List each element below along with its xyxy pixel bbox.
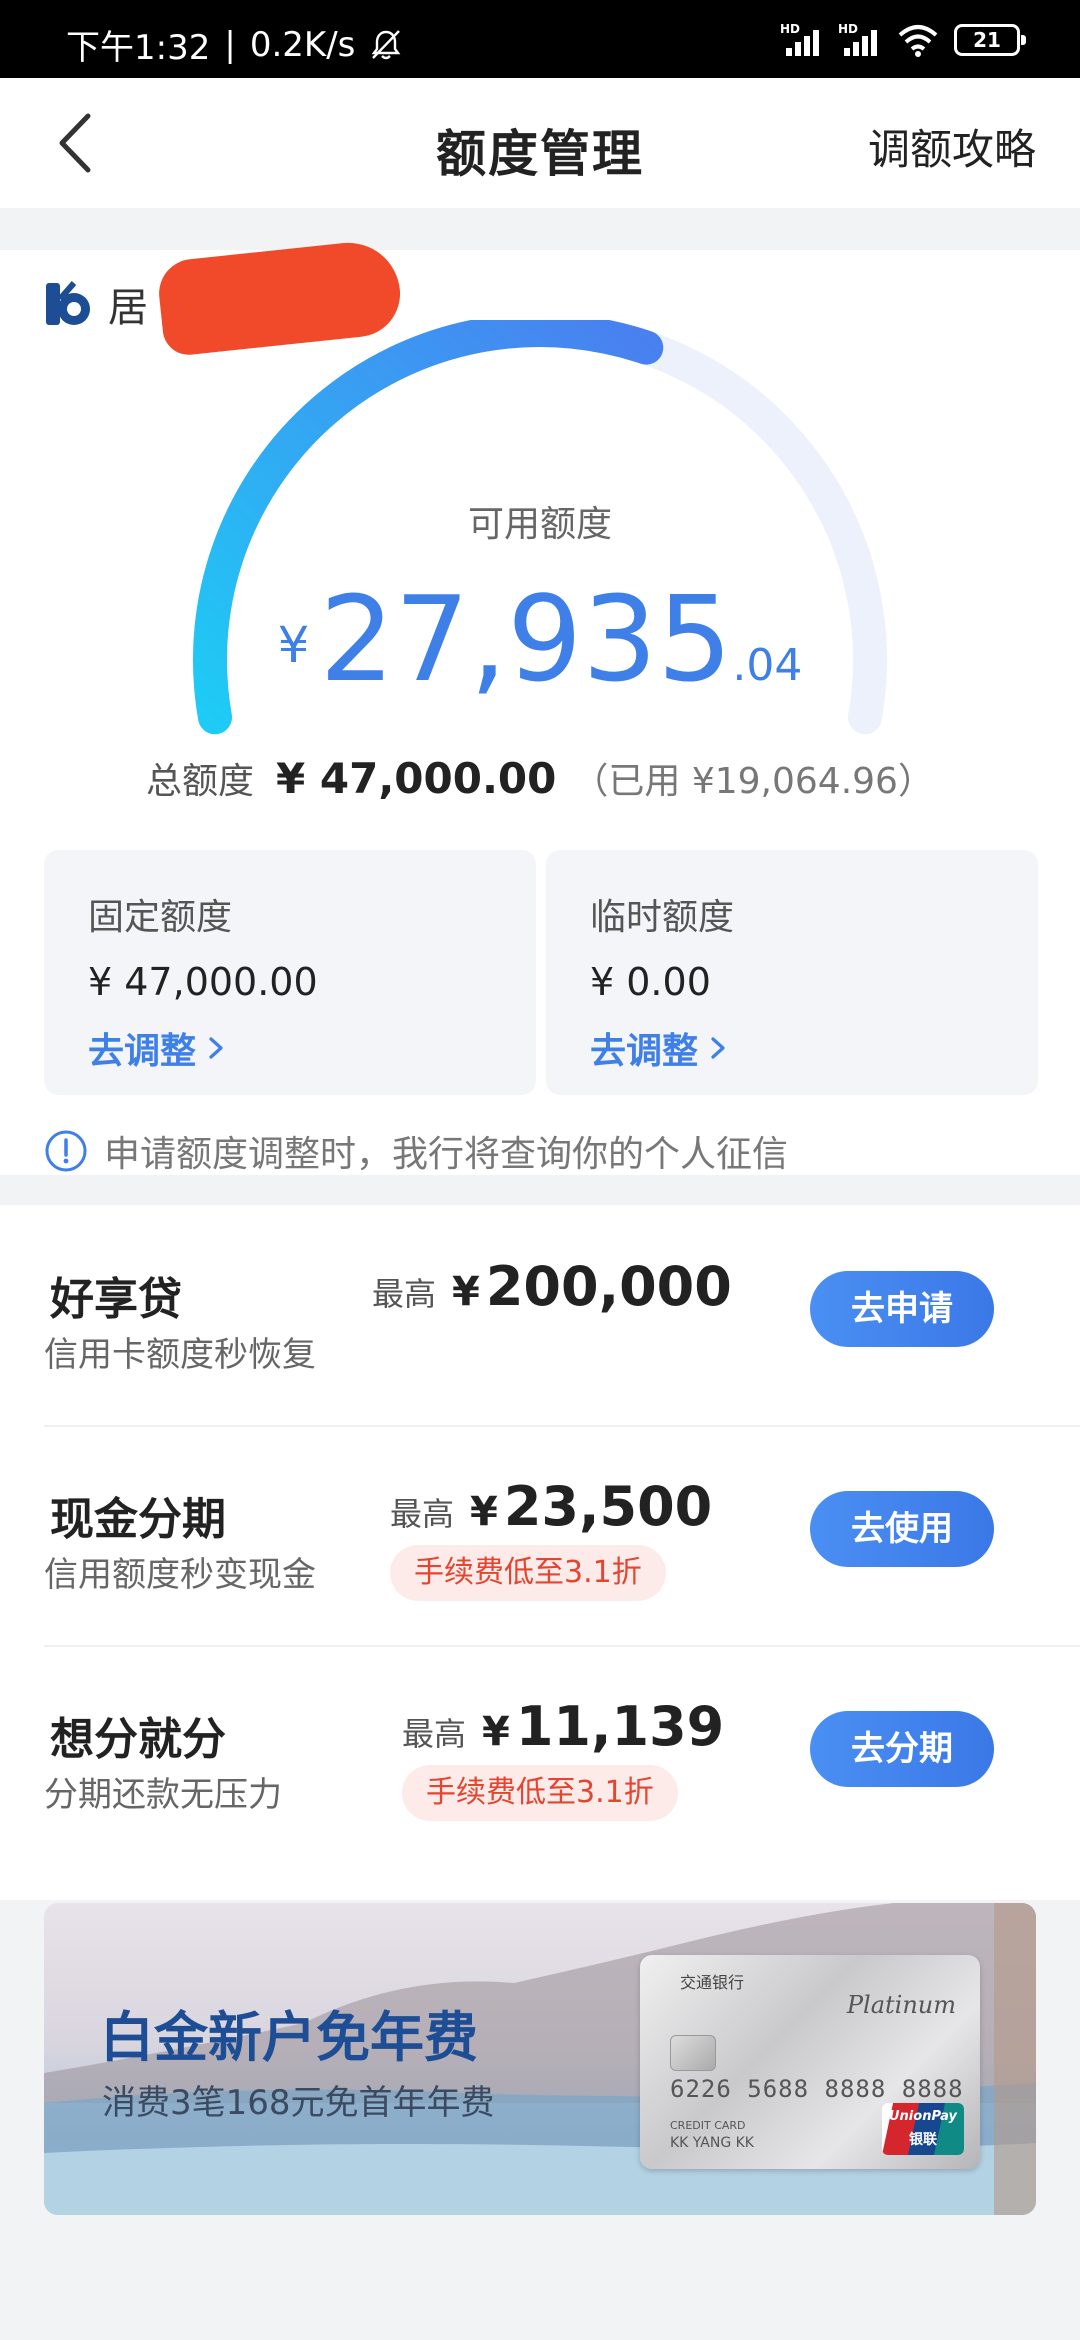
fixed-limit-value: ¥ 47,000.00	[88, 960, 318, 1004]
chevron-right-icon	[711, 1037, 725, 1059]
chevron-right-icon	[209, 1037, 223, 1059]
max-currency: ¥	[452, 1269, 480, 1315]
total-label: 总额度	[146, 761, 255, 802]
status-divider: |	[224, 24, 236, 65]
promo-banner[interactable]: 白金新户免年费 消费3笔168元免首年年费 交通银行 Platinum 6226…	[44, 1903, 1036, 2215]
max-label: 最高	[390, 1495, 455, 1533]
status-bar: 下午1:32 | 0.2K/s HD HD 21	[0, 0, 1080, 78]
fixed-adjust-label: 去调整	[88, 1031, 197, 1072]
available-integer: 27,935	[319, 570, 733, 708]
temporary-limit-box: 临时额度 ¥ 0.00 去调整	[546, 850, 1038, 1095]
fee-discount-badge: 手续费低至3.1折	[402, 1765, 678, 1821]
max-currency: ¥	[482, 1709, 510, 1755]
max-currency: ¥	[470, 1489, 498, 1535]
max-label: 最高	[402, 1715, 467, 1753]
card-type: CREDIT CARD	[670, 2119, 746, 2132]
bank-logo-icon	[46, 281, 90, 325]
available-label: 可用额度	[467, 504, 612, 545]
product-max-amount: 最高 ¥11,139	[402, 1695, 724, 1758]
banner-subtitle: 消费3笔168元免首年年费	[102, 2083, 495, 2123]
installment-button[interactable]: 去分期	[810, 1711, 994, 1787]
status-time: 下午1:32	[66, 28, 211, 68]
credit-inquiry-notice: 申请额度调整时，我行将查询你的个人征信	[44, 1125, 788, 1177]
unionpay-logo-icon: UnionPay 银联	[882, 2103, 964, 2155]
max-amount-value: 11,139	[515, 1695, 725, 1758]
notice-text: 申请额度调整时，我行将查询你的个人征信	[104, 1134, 789, 1175]
fixed-limit-box: 固定额度 ¥ 47,000.00 去调整	[44, 850, 536, 1095]
available-amount: ¥27,935.04	[0, 570, 1080, 708]
battery-level: 21	[973, 28, 1001, 52]
card-bank-name: 交通银行	[680, 1973, 745, 1992]
temporary-limit-label: 临时额度	[590, 897, 735, 938]
product-desc: 信用卡额度秒恢复	[44, 1335, 316, 1375]
credit-limit-card: 居 可用额度 ¥27,935.04 总额度 ¥ 47,000.00 （已用 ¥19,…	[0, 237, 1080, 1177]
available-limit-gauge	[192, 320, 887, 735]
signal-1-icon: HD	[780, 22, 824, 58]
nav-bar: 额度管理 调额攻略	[0, 78, 1080, 208]
total-limit-row: 总额度 ¥ 47,000.00 （已用 ¥19,064.96）	[0, 752, 1080, 804]
product-desc: 信用额度秒变现金	[44, 1555, 316, 1595]
product-name: 现金分期	[50, 1494, 226, 1545]
status-right: HD HD 21	[780, 22, 1026, 58]
total-value: ¥ 47,000.00	[276, 754, 557, 803]
signal-2-icon: HD	[838, 22, 882, 58]
product-row: 好享贷 信用卡额度秒恢复 最高 ¥200,000 去申请	[0, 1205, 1080, 1423]
info-icon	[45, 1130, 87, 1172]
used-amount: （已用 ¥19,064.96）	[572, 761, 934, 802]
adjust-strategy-link[interactable]: 调额攻略	[868, 116, 1036, 177]
temporary-limit-adjust-link[interactable]: 去调整	[590, 1022, 994, 1074]
battery-icon: 21	[954, 24, 1026, 56]
fixed-limit-adjust-link[interactable]: 去调整	[88, 1022, 492, 1074]
use-button[interactable]: 去使用	[810, 1491, 994, 1567]
max-label: 最高	[372, 1275, 437, 1313]
max-amount-value: 200,000	[485, 1255, 732, 1318]
available-currency: ¥	[277, 616, 310, 674]
product-max-amount: 最高 ¥23,500	[390, 1475, 712, 1538]
apply-button[interactable]: 去申请	[810, 1271, 994, 1347]
temporary-limit-value: ¥ 0.00	[590, 960, 711, 1004]
banner-title: 白金新户免年费	[100, 2006, 478, 2069]
product-max-amount: 最高 ¥200,000	[372, 1255, 732, 1318]
product-name: 好享贷	[50, 1274, 182, 1325]
temporary-adjust-label: 去调整	[590, 1031, 699, 1072]
bank-row: 居	[44, 274, 148, 334]
status-left: 下午1:32 | 0.2K/s	[66, 20, 403, 69]
product-row: 想分就分 分期还款无压力 最高 ¥11,139 手续费低至3.1折 去分期	[0, 1645, 1080, 1863]
platinum-card-image: 交通银行 Platinum 6226 5688 8888 8888 CREDIT…	[640, 1955, 980, 2169]
max-amount-value: 23,500	[503, 1475, 713, 1538]
status-speed: 0.2K/s	[249, 24, 356, 65]
card-number: 6226 5688 8888 8888	[670, 2075, 964, 2103]
bell-muted-icon	[371, 29, 401, 59]
available-decimal: .04	[732, 640, 803, 691]
wifi-icon	[898, 25, 938, 57]
product-row: 现金分期 信用额度秒变现金 最高 ¥23,500 手续费低至3.1折 去使用	[0, 1425, 1080, 1643]
card-chip-icon	[670, 2035, 716, 2071]
product-desc: 分期还款无压力	[44, 1775, 282, 1815]
card-holder: KK YANG KK	[670, 2135, 754, 2151]
product-name: 想分就分	[50, 1714, 226, 1765]
fee-discount-badge: 手续费低至3.1折	[390, 1545, 666, 1601]
product-list: 好享贷 信用卡额度秒恢复 最高 ¥200,000 去申请 现金分期 信用额度秒变现…	[0, 1205, 1080, 1900]
fixed-limit-label: 固定额度	[88, 897, 233, 938]
card-tier: Platinum	[846, 1991, 956, 2019]
